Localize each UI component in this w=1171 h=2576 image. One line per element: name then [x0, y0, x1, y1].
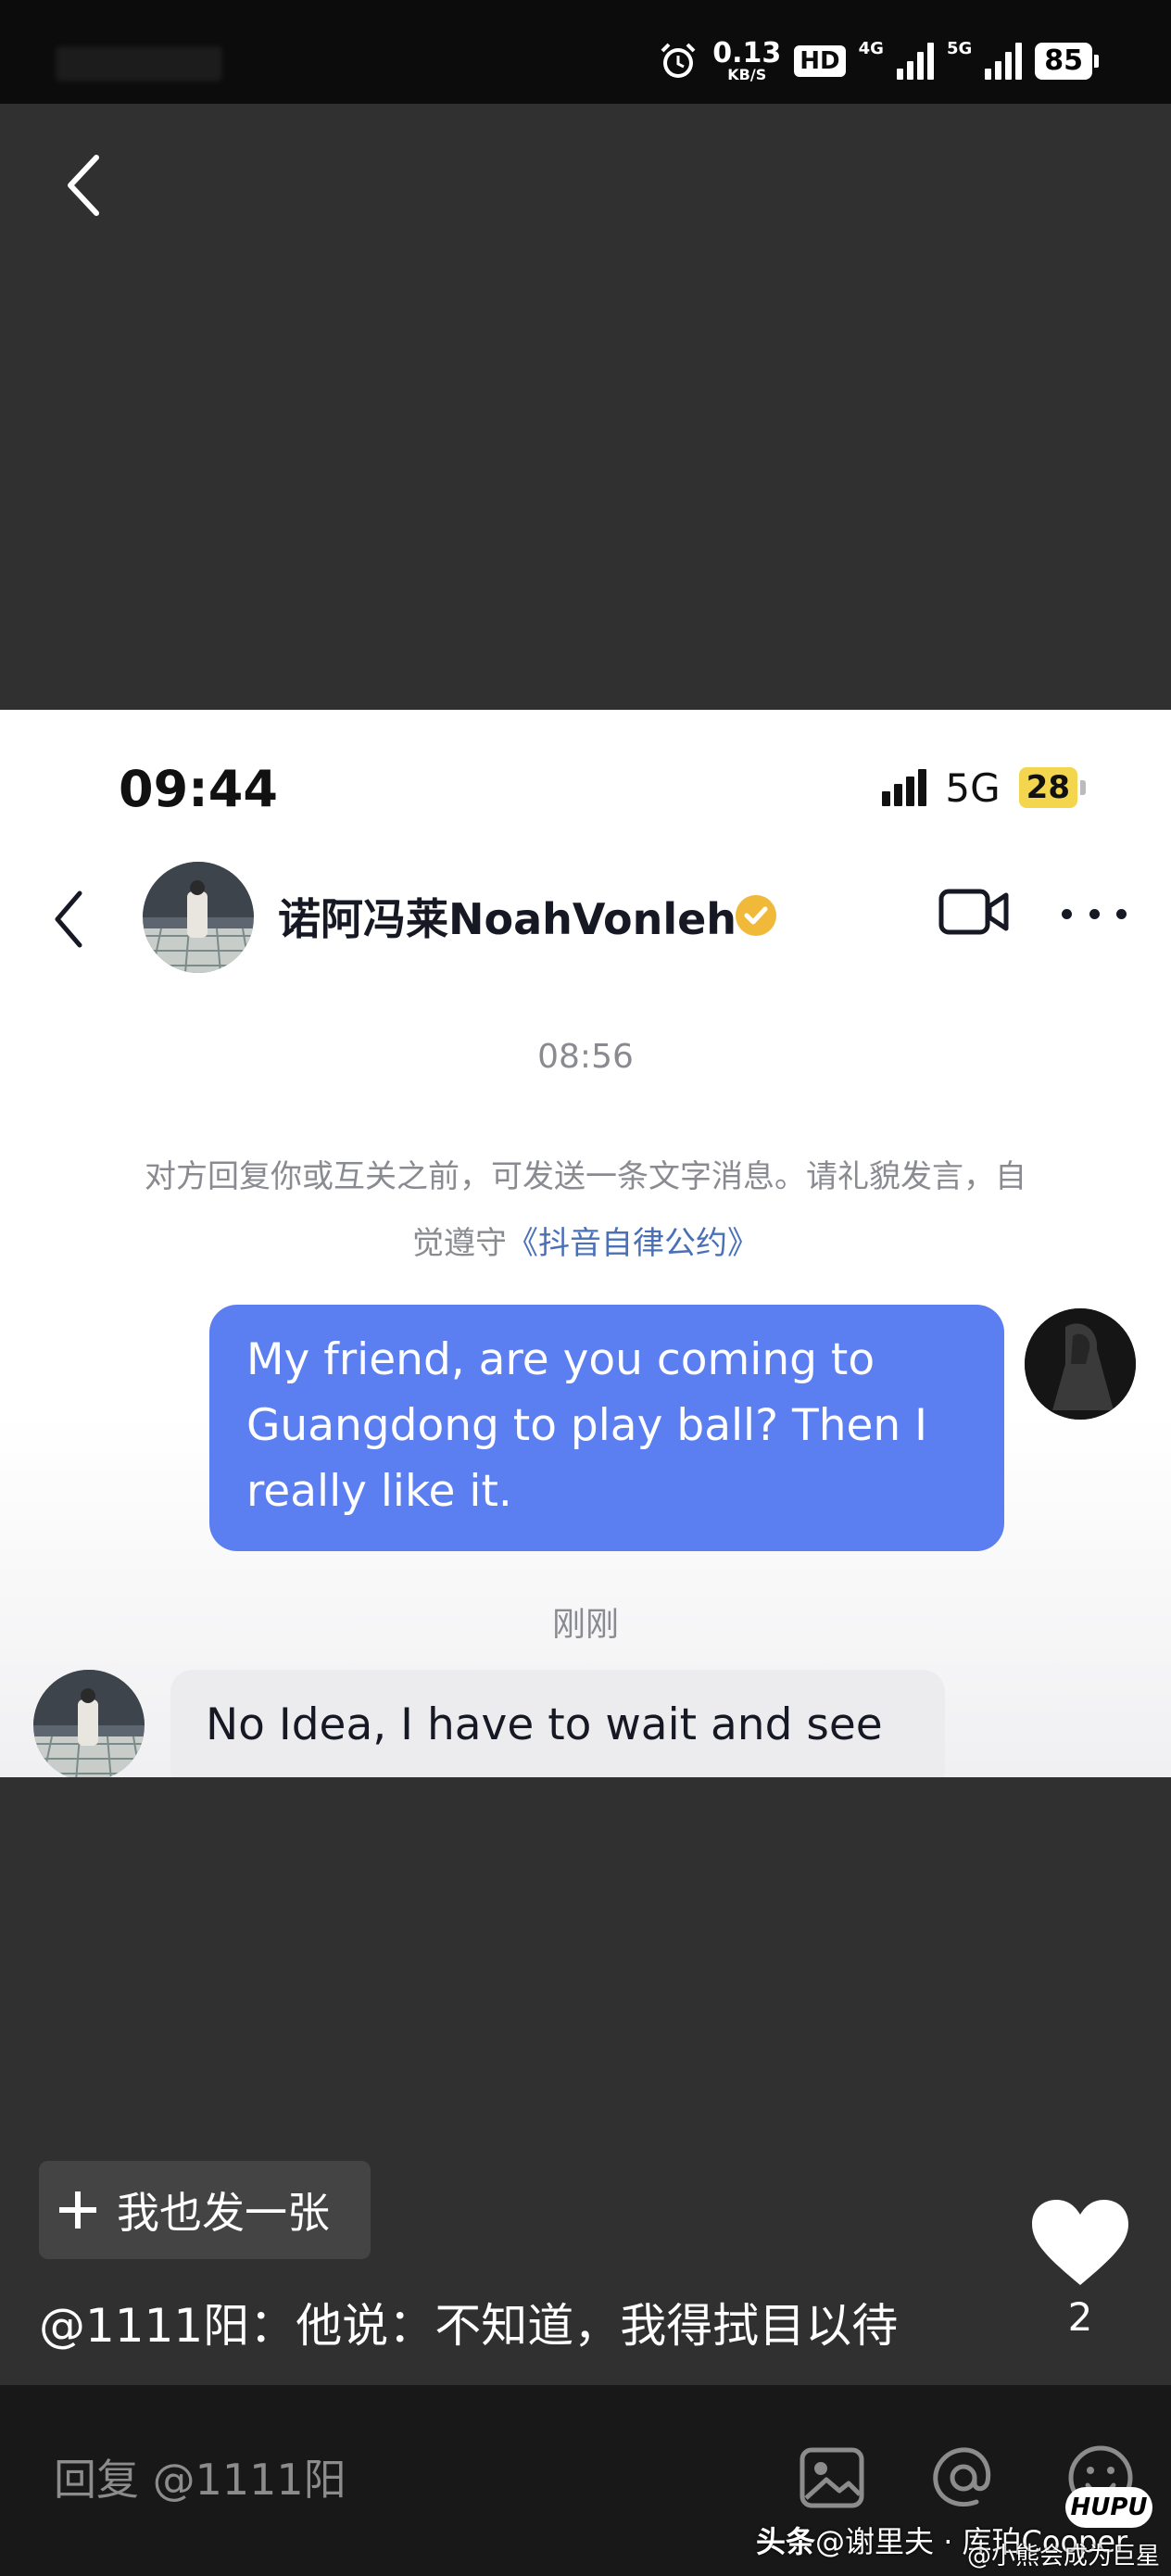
at-icon[interactable]: [926, 2441, 1001, 2515]
hupu-watermark: @小熊会成为巨星: [967, 2543, 1161, 2570]
more-icon[interactable]: [1062, 904, 1127, 923]
signal-tag-4g: 4G: [858, 39, 884, 58]
hupu-logo: HUPU: [1065, 2487, 1152, 2528]
net-speed-value: 0.13: [712, 37, 782, 69]
signal-bars-icon-2: [985, 43, 1023, 80]
net-speed-unit: KB/S: [727, 66, 767, 83]
battery-icon: 85: [1035, 43, 1099, 80]
post-also-label: 我也发一张: [117, 2188, 330, 2238]
hd-badge: HD: [794, 45, 846, 77]
net-speed: 0.13 KB/S: [712, 40, 781, 82]
chat-timestamp: 08:56: [537, 1038, 634, 1076]
signal-tag-5g: 5G: [946, 39, 973, 58]
their-message-bubble[interactable]: No Idea, I have to wait and see: [170, 1670, 945, 1777]
post-also-button[interactable]: 我也发一张: [39, 2161, 371, 2259]
chat-notice: 对方回复你或互关之前，可发送一条文字消息。请礼貌发言，自觉遵守《抖音自律公约》: [139, 1143, 1032, 1277]
status-icons: 0.13 KB/S HD 4G 5G 85: [657, 37, 1099, 85]
image-icon[interactable]: [795, 2441, 869, 2515]
back-icon[interactable]: [56, 148, 111, 222]
screenshot-status-icons: 5G 28: [882, 760, 1086, 815]
plus-icon: [59, 2191, 96, 2229]
chat-back-icon[interactable]: [46, 882, 93, 956]
my-message-bubble[interactable]: My friend, are you coming to Guangdong t…: [209, 1305, 1004, 1551]
heart-icon[interactable]: [1028, 2196, 1132, 2289]
alarm-icon: [661, 43, 696, 78]
my-avatar[interactable]: [1025, 1308, 1136, 1420]
chat-screenshot: 09:44 5G 28 诺阿冯莱NoahVonleh 08:56 对方回复你或互…: [0, 710, 1171, 1777]
contact-name: 诺阿冯莱NoahVonleh: [278, 894, 737, 944]
verified-icon: [736, 895, 776, 936]
signal-bars-icon: [896, 43, 934, 80]
screenshot-time: 09:44: [119, 760, 278, 818]
blurred-carrier-text: [56, 46, 222, 82]
reply-input[interactable]: 回复 @1111阳: [54, 2446, 346, 2507]
video-call-icon[interactable]: [938, 884, 1012, 940]
battery-icon: 28: [1018, 767, 1086, 808]
signal-bars-icon: [882, 769, 927, 806]
network-label: 5G: [945, 764, 1001, 811]
watermark-source: 头条: [756, 2524, 816, 2559]
device-status-bar: 0.13 KB/S HD 4G 5G 85: [0, 0, 1171, 104]
contact-avatar-small[interactable]: [33, 1670, 145, 1777]
message-time: 刚刚: [551, 1606, 619, 1644]
battery-level: 28: [1018, 767, 1077, 808]
contact-avatar[interactable]: [143, 862, 254, 973]
like-count: 2: [1067, 2294, 1093, 2340]
battery-level: 85: [1035, 43, 1092, 80]
notice-link[interactable]: 《抖音自律公约》: [507, 1225, 759, 1262]
post-caption: @1111阳：他说：不知道，我得拭目以待: [39, 2299, 899, 2353]
